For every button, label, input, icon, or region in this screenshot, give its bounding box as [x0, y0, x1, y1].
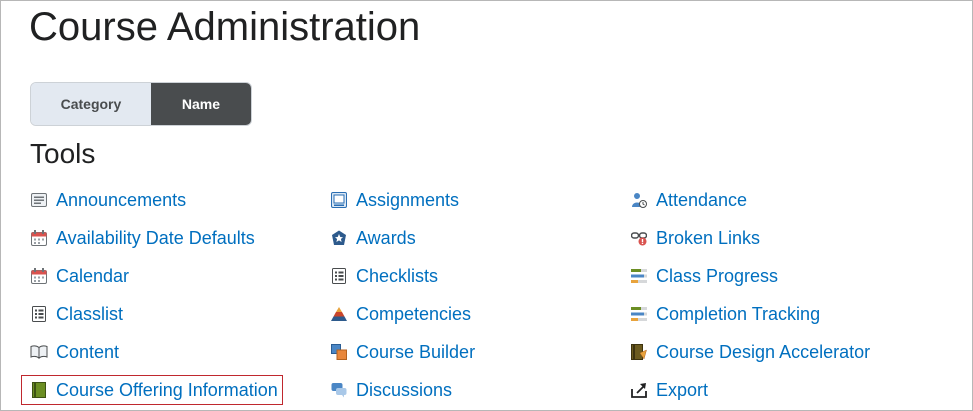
export-icon — [630, 381, 648, 399]
tool-assignments[interactable]: Assignments — [330, 186, 459, 214]
progress-icon — [630, 267, 648, 285]
tool-label[interactable]: Completion Tracking — [656, 303, 820, 325]
calendar-icon — [30, 229, 48, 247]
tool-label[interactable]: Course Offering Information — [56, 379, 278, 401]
name-button[interactable]: Name — [150, 83, 251, 125]
tool-label[interactable]: Class Progress — [656, 265, 778, 287]
tool-attendance[interactable]: Attendance — [630, 186, 747, 214]
award-icon — [330, 229, 348, 247]
tool-label[interactable]: Content — [56, 341, 119, 363]
progress-icon — [630, 305, 648, 323]
tool-label[interactable]: Course Design Accelerator — [656, 341, 870, 363]
attendance-icon — [630, 191, 648, 209]
announcements-icon — [30, 191, 48, 209]
tool-course-offering-information[interactable]: Course Offering Information — [21, 375, 283, 405]
tool-announcements[interactable]: Announcements — [30, 186, 186, 214]
view-toggle: Category Name — [30, 82, 252, 126]
tool-content[interactable]: Content — [30, 338, 119, 366]
page-title: Course Administration — [29, 5, 421, 49]
calendar-icon — [30, 267, 48, 285]
tool-availability-date-defaults[interactable]: Availability Date Defaults — [30, 224, 255, 252]
tool-label[interactable]: Announcements — [56, 189, 186, 211]
tool-discussions[interactable]: Discussions — [330, 376, 452, 404]
tool-calendar[interactable]: Calendar — [30, 262, 129, 290]
tool-label[interactable]: Assignments — [356, 189, 459, 211]
tool-label[interactable]: Broken Links — [656, 227, 760, 249]
admin-panel: Course Administration Category Name Tool… — [0, 0, 973, 411]
tool-classlist[interactable]: Classlist — [30, 300, 123, 328]
discussions-icon — [330, 381, 348, 399]
tool-label[interactable]: Classlist — [56, 303, 123, 325]
tool-label[interactable]: Discussions — [356, 379, 452, 401]
tool-awards[interactable]: Awards — [330, 224, 416, 252]
tool-label[interactable]: Export — [656, 379, 708, 401]
checklist-icon — [330, 267, 348, 285]
competencies-icon — [330, 305, 348, 323]
tool-completion-tracking[interactable]: Completion Tracking — [630, 300, 820, 328]
tool-label[interactable]: Availability Date Defaults — [56, 227, 255, 249]
tool-label[interactable]: Course Builder — [356, 341, 475, 363]
tool-competencies[interactable]: Competencies — [330, 300, 471, 328]
section-heading: Tools — [30, 138, 96, 169]
book-open-icon — [30, 343, 48, 361]
classlist-icon — [30, 305, 48, 323]
design-accelerator-icon — [630, 343, 648, 361]
tool-course-design-accelerator[interactable]: Course Design Accelerator — [630, 338, 870, 366]
tool-broken-links[interactable]: Broken Links — [630, 224, 760, 252]
tool-label[interactable]: Competencies — [356, 303, 471, 325]
broken-link-icon — [630, 229, 648, 247]
tool-label[interactable]: Attendance — [656, 189, 747, 211]
tool-label[interactable]: Calendar — [56, 265, 129, 287]
category-button[interactable]: Category — [31, 83, 151, 125]
tool-export[interactable]: Export — [630, 376, 708, 404]
tool-label[interactable]: Checklists — [356, 265, 438, 287]
tool-class-progress[interactable]: Class Progress — [630, 262, 778, 290]
tool-course-builder[interactable]: Course Builder — [330, 338, 475, 366]
course-builder-icon — [330, 343, 348, 361]
tool-label[interactable]: Awards — [356, 227, 416, 249]
assignments-icon — [330, 191, 348, 209]
tool-checklists[interactable]: Checklists — [330, 262, 438, 290]
book-icon — [30, 381, 48, 399]
